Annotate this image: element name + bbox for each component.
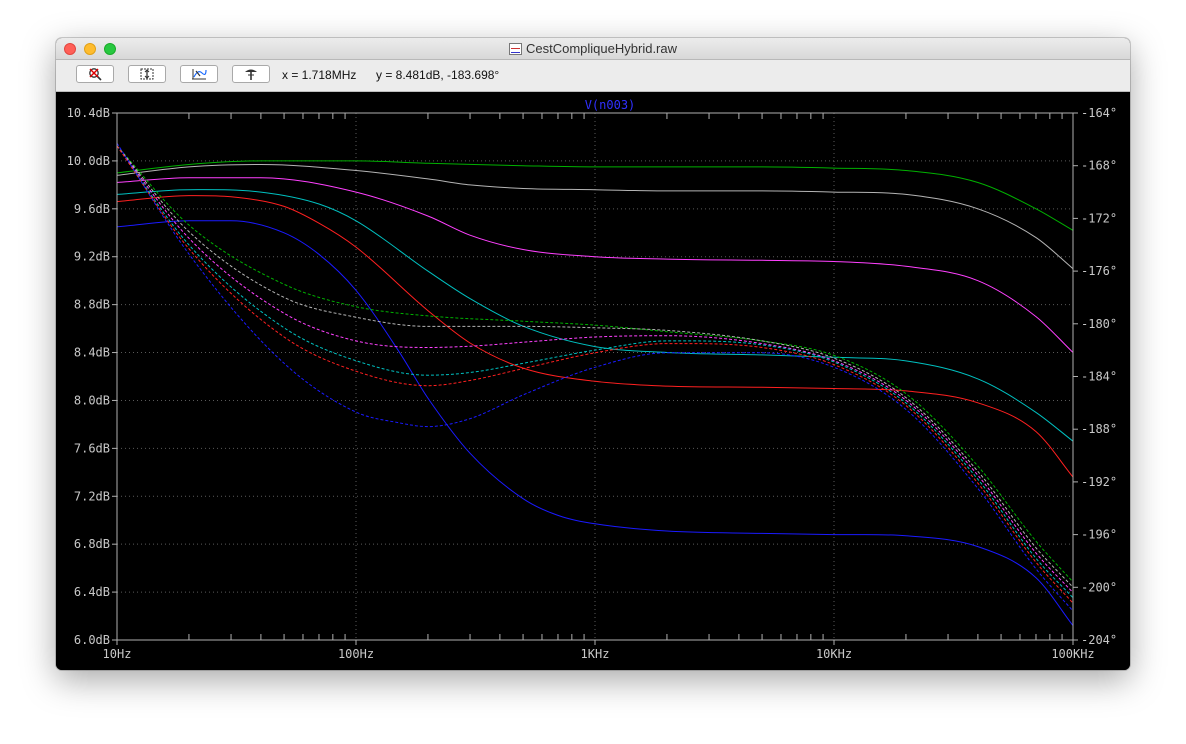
trace-title[interactable]: V(n003) bbox=[585, 98, 636, 112]
title-bar: CestCompliqueHybrid.raw bbox=[56, 38, 1130, 60]
y-left-tick-label: 8.0dB bbox=[74, 393, 110, 407]
y-right-tick-label: -172° bbox=[1081, 211, 1117, 225]
y-left-tick-label: 10.0dB bbox=[67, 154, 110, 168]
plot-area[interactable]: 10.4dB 10.0dB 9.6dB 9.2dB 8.8dB 8.4dB 8.0dB 7.6… bbox=[56, 92, 1130, 670]
probe-button[interactable] bbox=[232, 65, 270, 83]
magnitude-trace-3 bbox=[116, 189, 1074, 442]
x-tick-label: 100KHz bbox=[1051, 647, 1094, 661]
y-left-tick-label: 10.4dB bbox=[67, 106, 110, 120]
y-left-tick-label: 6.0dB bbox=[74, 633, 110, 647]
y-right-tick-label: -192° bbox=[1081, 475, 1117, 489]
y-right-tick-label: -164° bbox=[1081, 106, 1117, 120]
window-title-text: CestCompliqueHybrid.raw bbox=[526, 41, 677, 56]
probe-icon bbox=[245, 69, 257, 80]
y-left-tick-label: 7.2dB bbox=[74, 489, 110, 503]
zoom-cursor-icon bbox=[192, 69, 207, 80]
zoom-full-button[interactable] bbox=[76, 65, 114, 83]
bode-plot[interactable]: 10.4dB 10.0dB 9.6dB 9.2dB 8.8dB 8.4dB 8.0dB 7.6… bbox=[56, 92, 1130, 670]
y-right-tick-label: -176° bbox=[1081, 264, 1117, 278]
phase-trace-10 bbox=[116, 145, 1074, 604]
x-tick-label: 1KHz bbox=[581, 647, 610, 661]
zoom-vertical-icon bbox=[140, 68, 154, 80]
app-window: CestCompliqueHybrid.raw x = 1.718MHz y =… bbox=[56, 38, 1130, 670]
y-left-tick-label: 9.2dB bbox=[74, 250, 110, 264]
y-right-tick-label: -204° bbox=[1081, 633, 1117, 647]
waveform-document-icon bbox=[509, 43, 522, 55]
x-tick-label: 10Hz bbox=[103, 647, 132, 661]
x-tick-label: 100Hz bbox=[338, 647, 374, 661]
y-left-tick-label: 7.6dB bbox=[74, 441, 110, 455]
y-right-tick-label: -200° bbox=[1081, 580, 1117, 594]
y-left-tick-label: 9.6dB bbox=[74, 202, 110, 216]
y-left-tick-label: 6.8dB bbox=[74, 537, 110, 551]
y-left-tick-label: 8.8dB bbox=[74, 298, 110, 312]
y-right-tick-label: -184° bbox=[1081, 370, 1117, 384]
y-right-tick-label: -196° bbox=[1081, 528, 1117, 542]
y-right-tick-label: -180° bbox=[1081, 317, 1117, 331]
y-right-tick-label: -188° bbox=[1081, 422, 1117, 436]
cursor-y-readout: y = 8.481dB, -183.698° bbox=[376, 68, 500, 82]
y-left-tick-label: 8.4dB bbox=[74, 346, 110, 360]
window-title: CestCompliqueHybrid.raw bbox=[56, 41, 1130, 57]
magnitude-trace-0 bbox=[116, 160, 1074, 231]
x-tick-label: 10KHz bbox=[816, 647, 852, 661]
zoom-cursor-button[interactable] bbox=[180, 65, 218, 83]
phase-trace-6 bbox=[116, 145, 1074, 583]
cursor-x-readout: x = 1.718MHz bbox=[282, 68, 357, 82]
y-left-tick-label: 6.4dB bbox=[74, 585, 110, 599]
y-right-tick-label: -168° bbox=[1081, 159, 1117, 173]
zoom-full-icon bbox=[89, 68, 102, 81]
toolbar: x = 1.718MHz y = 8.481dB, -183.698° bbox=[56, 60, 1130, 92]
zoom-vertical-button[interactable] bbox=[128, 65, 166, 83]
